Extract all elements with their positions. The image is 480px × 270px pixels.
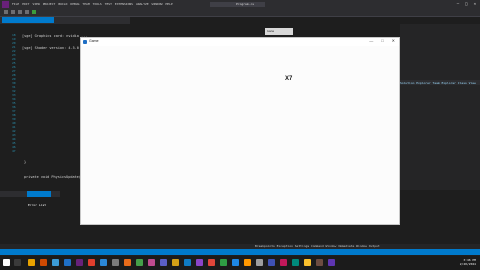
toolbar-undo-icon[interactable] <box>25 10 29 14</box>
menu-item-build[interactable]: BUILD <box>58 1 67 8</box>
app-icon[interactable] <box>328 259 335 266</box>
right-panel-tabs[interactable]: Solution Explorer Team Explorer Class Vi… <box>400 81 476 85</box>
app-icon[interactable] <box>172 259 179 266</box>
ide-maximize-button[interactable]: □ <box>465 1 467 6</box>
app-icon[interactable] <box>112 259 119 266</box>
error-list-label: Error List <box>28 203 47 207</box>
game-maximize-button[interactable]: □ <box>381 38 383 43</box>
game-title-bar[interactable]: Game — □ ✕ <box>81 38 399 46</box>
menu-item-test[interactable]: TEST <box>105 1 112 8</box>
line-number-gutter <box>0 32 22 188</box>
toolbar-save-icon[interactable] <box>18 10 22 14</box>
menu-item-analyze[interactable]: ANALYZE <box>136 1 149 8</box>
game-app-icon <box>83 40 87 44</box>
app-icon[interactable] <box>124 259 131 266</box>
app-icon[interactable] <box>148 259 155 266</box>
toolbar-start-icon[interactable] <box>32 10 36 14</box>
app-icon[interactable] <box>136 259 143 266</box>
game-minimize-button[interactable]: — <box>369 38 373 43</box>
app-icon[interactable] <box>244 259 251 266</box>
app-icon[interactable] <box>52 259 59 266</box>
app-icon[interactable] <box>208 259 215 266</box>
visual-studio-icon[interactable] <box>76 259 83 266</box>
game-window-controls: — □ ✕ <box>369 38 395 43</box>
game-window-title: Game <box>89 39 99 43</box>
tab-program-cs[interactable]: Program.cs <box>2 17 54 33</box>
menu-item-view[interactable]: VIEW <box>32 1 39 8</box>
game-close-button[interactable]: ✕ <box>392 38 395 43</box>
app-icon[interactable] <box>304 259 311 266</box>
score-display: X7 <box>285 76 293 82</box>
taskbar <box>0 256 480 270</box>
system-tray[interactable]: 3:46 PM 2/20/2024 <box>460 258 476 266</box>
ide-minimize-button[interactable]: — <box>457 1 459 6</box>
menu-item-debug[interactable]: DEBUG <box>70 1 79 8</box>
menu-item-help[interactable]: HELP <box>165 1 172 8</box>
tray-date: 2/20/2024 <box>459 262 476 266</box>
app-icon[interactable] <box>88 259 95 266</box>
menu-item-tools[interactable]: TOOLS <box>93 1 102 8</box>
game-window[interactable]: Game — □ ✕ X7 <box>80 37 400 225</box>
game-dock-label: Game <box>265 28 293 35</box>
visual-studio-logo-icon <box>2 1 9 8</box>
project-name: Program.cs <box>236 2 255 6</box>
menu-item-window[interactable]: WINDOW <box>152 1 163 8</box>
app-icon[interactable] <box>100 259 107 266</box>
menu-item-edit[interactable]: EDIT <box>22 1 29 8</box>
line-number: 47 <box>12 149 16 153</box>
menu-bar: FILE EDIT VIEW PROJECT BUILD DEBUG TEAM … <box>12 1 173 8</box>
search-icon[interactable] <box>14 259 21 266</box>
error-list-tab[interactable]: Error List <box>27 191 51 207</box>
app-icon[interactable] <box>220 259 227 266</box>
ide-close-button[interactable]: ✕ <box>474 1 476 6</box>
start-icon[interactable] <box>3 259 10 266</box>
app-icon[interactable] <box>256 259 263 266</box>
menu-item-file[interactable]: FILE <box>12 1 19 8</box>
status-bar <box>0 249 480 255</box>
app-icon[interactable] <box>64 259 71 266</box>
file-explorer-icon[interactable] <box>28 259 35 266</box>
error-list-header: Error List <box>0 191 60 207</box>
app-icon[interactable] <box>280 259 287 266</box>
app-icon[interactable] <box>160 259 167 266</box>
app-icon[interactable] <box>316 259 323 266</box>
app-icon[interactable] <box>268 259 275 266</box>
menu-item-project[interactable]: PROJECT <box>43 1 56 8</box>
menu-item-team[interactable]: TEAM <box>82 1 89 8</box>
bottom-tabs[interactable]: Breakpoints Exception Settings Command W… <box>255 244 380 248</box>
app-icon[interactable] <box>184 259 191 266</box>
app-icon[interactable] <box>40 259 47 266</box>
app-icon[interactable] <box>292 259 299 266</box>
ide-window-controls: — □ ✕ <box>457 1 476 6</box>
app-icon[interactable] <box>196 259 203 266</box>
menu-item-extensions[interactable]: EXTENSIONS <box>115 1 133 8</box>
toolbar-back-icon[interactable] <box>4 10 8 14</box>
toolbar-forward-icon[interactable] <box>11 10 15 14</box>
game-canvas[interactable]: X7 <box>81 46 399 224</box>
solution-explorer-panel <box>400 24 480 190</box>
app-icon[interactable] <box>232 259 239 266</box>
ide-toolbar <box>0 9 480 17</box>
ide-title-bar: FILE EDIT VIEW PROJECT BUILD DEBUG TEAM … <box>0 0 480 9</box>
